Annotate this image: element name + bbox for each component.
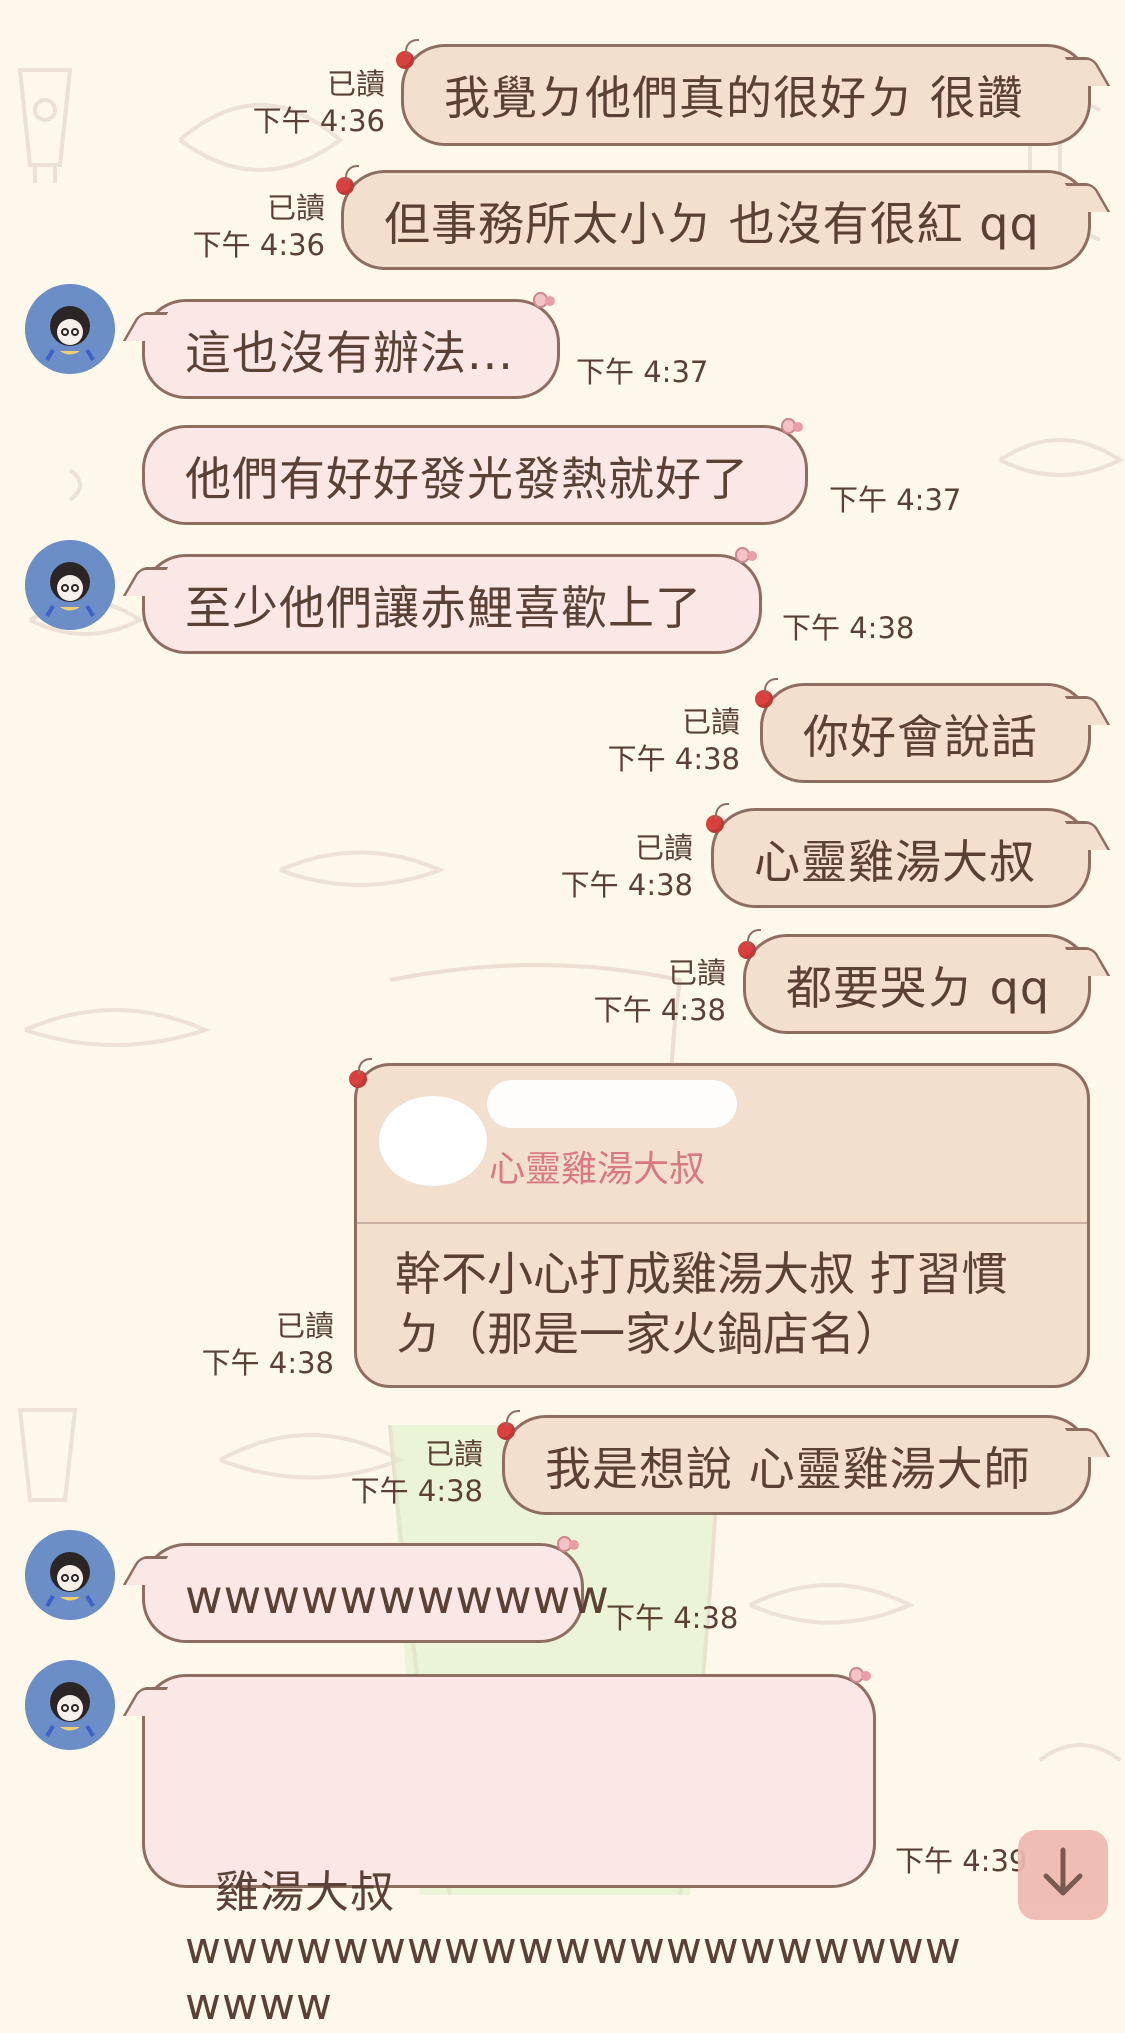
avatar[interactable] xyxy=(25,540,115,630)
bow-icon xyxy=(557,1536,591,1556)
timestamp: 下午 4:38 xyxy=(607,742,740,776)
message-bubble[interactable]: 雞湯大叔 wwwwwwwwwwwwwwwwwwwww wwww xyxy=(122,1667,961,2030)
message-text: wwwwwwwwwww xyxy=(185,1570,610,1624)
message-text: 我覺ㄉ他們真的很好ㄉ 很讚 xyxy=(444,71,1024,125)
bow-icon xyxy=(781,418,815,438)
quoted-text: 心靈雞湯大叔 xyxy=(489,1149,706,1190)
message-bubble[interactable]: 你好會說話 xyxy=(755,678,1111,783)
message-bubble[interactable]: 心靈雞湯大叔 xyxy=(706,803,1111,908)
message-text: 他們有好好發光發熱就好了 xyxy=(185,452,749,506)
message-2-meta: 已讀 下午 4:36 xyxy=(175,190,325,264)
message-text: 雞湯大叔 wwwwwwwwwwwwwwwwwwwww wwww xyxy=(185,1867,962,2030)
timestamp: 下午 4:39 xyxy=(895,1844,1028,1878)
timestamp: 下午 4:38 xyxy=(593,993,726,1027)
timestamp: 下午 4:37 xyxy=(576,355,709,389)
bow-icon xyxy=(735,547,769,567)
avatar-icon xyxy=(25,540,115,630)
message-text: 心靈雞湯大叔 xyxy=(754,835,1036,889)
timestamp: 下午 4:38 xyxy=(201,1346,334,1380)
timestamp: 下午 4:36 xyxy=(192,228,325,262)
avatar-icon xyxy=(25,284,115,374)
bow-icon xyxy=(849,1667,883,1687)
read-receipt: 已讀 xyxy=(667,956,726,990)
cherry-icon xyxy=(336,165,359,195)
read-receipt: 已讀 xyxy=(326,67,385,101)
message-text: 幹不小心打成雞湯大叔 打習慣 ㄉ（那是一家火鍋店名） xyxy=(395,1247,1008,1361)
avatar-icon xyxy=(25,1530,115,1620)
message-bubble[interactable]: 至少他們讓赤鯉喜歡上了 xyxy=(122,547,762,654)
cherry-icon xyxy=(396,39,419,69)
message-6-meta: 已讀 下午 4:38 xyxy=(590,704,740,778)
timestamp: 下午 4:38 xyxy=(560,868,693,902)
read-receipt: 已讀 xyxy=(424,1437,483,1471)
message-text: 我是想說 心靈雞湯大師 xyxy=(545,1442,1031,1496)
message-text: 這也沒有辦法... xyxy=(185,326,514,380)
message-9-meta: 已讀 下午 4:38 xyxy=(184,1308,334,1382)
read-receipt: 已讀 xyxy=(681,705,740,739)
timestamp: 下午 4:38 xyxy=(782,611,915,645)
message-text: 但事務所太小ㄉ 也沒有很紅 qq xyxy=(384,197,1040,251)
quoted-message[interactable]: 心靈雞湯大叔 xyxy=(357,1066,1087,1224)
read-receipt: 已讀 xyxy=(634,831,693,865)
bow-icon xyxy=(533,292,567,312)
reply-message-bubble[interactable]: 心靈雞湯大叔 幹不小心打成雞湯大叔 打習慣 ㄉ（那是一家火鍋店名） xyxy=(349,1058,1090,1388)
message-bubble[interactable]: 我覺ㄉ他們真的很好ㄉ 很讚 xyxy=(396,39,1111,146)
read-receipt: 已讀 xyxy=(266,191,325,225)
message-bubble[interactable]: 都要哭ㄉ qq xyxy=(738,929,1111,1034)
message-text: 都要哭ㄉ qq xyxy=(786,961,1051,1015)
message-7-meta: 已讀 下午 4:38 xyxy=(543,830,693,904)
message-8-meta: 已讀 下午 4:38 xyxy=(576,955,726,1029)
message-text: 你好會說話 xyxy=(803,710,1038,764)
arrow-down-icon xyxy=(1043,1847,1083,1896)
quoted-avatar-icon xyxy=(379,1096,487,1186)
cherry-icon xyxy=(755,678,778,708)
redacted-name xyxy=(487,1080,737,1128)
message-bubble[interactable]: 但事務所太小ㄉ 也沒有很紅 qq xyxy=(336,165,1111,270)
cherry-icon xyxy=(497,1410,520,1440)
cherry-icon xyxy=(706,803,729,833)
timestamp: 下午 4:38 xyxy=(350,1474,483,1508)
avatar-icon xyxy=(25,1660,115,1750)
message-text: 至少他們讓赤鯉喜歡上了 xyxy=(185,581,702,635)
read-receipt: 已讀 xyxy=(275,1309,334,1343)
timestamp: 下午 4:37 xyxy=(829,483,962,517)
message-1-meta: 已讀 下午 4:36 xyxy=(235,66,385,140)
cherry-icon xyxy=(738,929,761,959)
message-10-meta: 已讀 下午 4:38 xyxy=(333,1436,483,1510)
message-bubble[interactable]: 我是想說 心靈雞湯大師 xyxy=(497,1410,1111,1515)
message-bubble[interactable]: 這也沒有辦法... xyxy=(122,292,560,399)
message-bubble[interactable]: 他們有好好發光發熱就好了 xyxy=(142,418,808,525)
avatar[interactable] xyxy=(25,1660,115,1750)
timestamp: 下午 4:38 xyxy=(606,1601,739,1635)
message-bubble[interactable]: wwwwwwwwwww xyxy=(122,1536,609,1643)
timestamp: 下午 4:36 xyxy=(252,104,385,138)
avatar[interactable] xyxy=(25,1530,115,1620)
scroll-to-bottom-button[interactable] xyxy=(1018,1830,1108,1920)
avatar[interactable] xyxy=(25,284,115,374)
